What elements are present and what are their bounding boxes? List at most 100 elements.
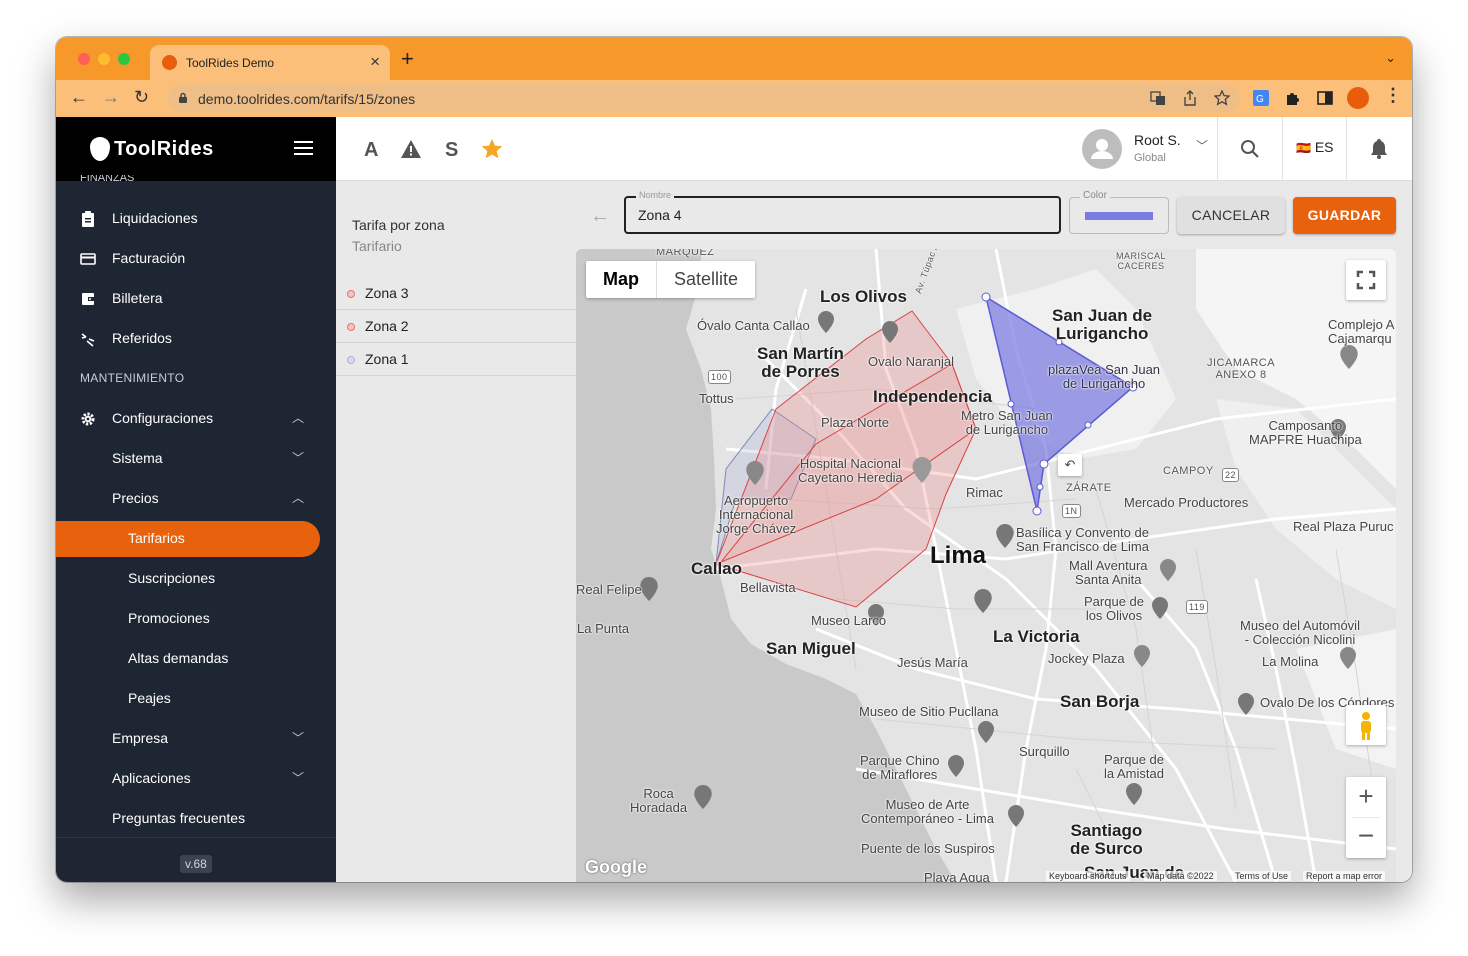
gear-icon <box>81 412 95 426</box>
museum-pin-icon <box>1340 647 1356 669</box>
route-shield: 1N <box>1062 504 1081 518</box>
share-icon[interactable] <box>1182 90 1198 106</box>
cancel-button[interactable]: CANCELAR <box>1177 197 1285 234</box>
sidebar-item-billetera[interactable]: Billetera <box>56 281 336 317</box>
map-label: Mercado Productores <box>1124 495 1249 510</box>
map-label: Basílica y Convento de San Francisco de … <box>1016 525 1149 554</box>
sidebar-item-suscripciones[interactable]: Suscripciones <box>56 561 336 597</box>
report-map-error-link[interactable]: Report a map error <box>1303 871 1386 881</box>
zoom-window-button[interactable] <box>118 53 130 65</box>
sidebar-item-liquidaciones[interactable]: Liquidaciones <box>56 201 336 237</box>
map-label: Puente de los Suspiros <box>861 841 995 856</box>
shopping-pin-icon <box>1160 559 1176 581</box>
zone-name-input[interactable] <box>638 207 1038 223</box>
hamburger-menu-icon[interactable] <box>294 141 313 159</box>
map-canvas[interactable]: ↶ MARQUEZ Los Olivos Óvalo Canta Callao … <box>576 249 1396 882</box>
close-window-button[interactable] <box>78 53 90 65</box>
keyboard-shortcuts-link[interactable]: Keyboard shortcuts <box>1046 871 1130 881</box>
logo[interactable]: ToolRides <box>90 137 214 161</box>
zone-list-item[interactable]: Zona 2 <box>336 310 576 343</box>
map-label: Real Plaza Puruc <box>1293 519 1394 534</box>
map-label: San Borja <box>1060 692 1140 711</box>
minimize-window-button[interactable] <box>98 53 110 65</box>
map-label: La Molina <box>1262 654 1319 669</box>
sidebar: ToolRides FINANZAS Liquidaciones Factura… <box>56 117 336 882</box>
sidebar-item-facturacion[interactable]: Facturación <box>56 241 336 277</box>
sidebar-item-configuraciones[interactable]: Configuraciones ︿ <box>56 401 336 437</box>
back-arrow-button[interactable]: ← <box>590 205 610 228</box>
color-picker-field[interactable]: Color <box>1069 190 1169 234</box>
referral-icon <box>81 333 95 347</box>
reload-icon[interactable]: ↻ <box>134 87 149 108</box>
page-subtitle: Tarifario <box>352 238 402 254</box>
route-shield: 119 <box>1186 600 1208 614</box>
zone-list-item[interactable]: Zona 1 <box>336 343 576 376</box>
sidebar-item-tarifarios[interactable]: Tarifarios <box>56 521 320 557</box>
map-label: Lima <box>930 542 987 569</box>
map-label: Plaza Norte <box>821 415 889 430</box>
browser-menu-icon[interactable]: ⋮ <box>1384 85 1402 106</box>
new-tab-button[interactable]: + <box>401 48 414 70</box>
airport-pin-icon <box>746 461 764 485</box>
chevron-down-icon[interactable]: ⌄ <box>1385 50 1396 66</box>
tab-close-icon[interactable]: × <box>370 52 380 72</box>
back-arrow-icon[interactable]: ← <box>70 87 88 108</box>
color-swatch[interactable] <box>1085 212 1153 220</box>
zone-list-item[interactable]: Zona 3 <box>336 277 576 310</box>
toolbar-letter-a[interactable]: A <box>364 139 378 162</box>
extensions-puzzle-icon[interactable] <box>1285 90 1301 106</box>
warning-icon[interactable] <box>400 139 422 159</box>
star-icon[interactable] <box>481 138 503 159</box>
zone-color-dot <box>347 356 355 364</box>
undo-icon[interactable]: ↶ <box>1058 454 1082 476</box>
profile-avatar[interactable] <box>1347 87 1369 109</box>
forward-arrow-icon[interactable]: → <box>102 87 120 108</box>
sidebar-item-promociones[interactable]: Promociones <box>56 601 336 637</box>
zoom-in-button[interactable]: + <box>1346 777 1386 817</box>
chevron-up-icon: ︿ <box>291 411 304 425</box>
language-selector[interactable]: 🇪🇸 ES <box>1296 139 1334 155</box>
map-label: Los Olivos <box>820 287 907 306</box>
map-type-map-button[interactable]: Map <box>586 261 657 298</box>
search-icon[interactable] <box>1240 139 1260 159</box>
map-label: Roca Horadada <box>630 786 688 815</box>
address-bar[interactable]: demo.toolrides.com/tarifs/15/zones <box>168 84 1240 112</box>
map-label: Santiago de Surco <box>1070 821 1143 858</box>
translate-icon[interactable] <box>1150 90 1166 106</box>
star-bookmark-icon[interactable] <box>1214 90 1230 106</box>
fullscreen-button[interactable] <box>1346 260 1386 300</box>
sidebar-item-aplicaciones[interactable]: Aplicaciones ﹀ <box>56 761 336 797</box>
google-translate-extension-icon[interactable]: G <box>1253 90 1269 106</box>
user-role: Global <box>1134 152 1166 164</box>
map-type-satellite-button[interactable]: Satellite <box>657 261 755 298</box>
terms-of-use-link[interactable]: Terms of Use <box>1232 871 1292 881</box>
map-label: Camposanto MAPFRE Huachipa <box>1249 418 1362 447</box>
map-label: Playa Agua <box>924 870 990 883</box>
toolbar-letter-s[interactable]: S <box>445 139 458 162</box>
sidebar-item-precios[interactable]: Precios ︿ <box>56 481 336 517</box>
map-label: Bellavista <box>740 580 796 595</box>
brand-bar: ToolRides <box>56 117 336 181</box>
sidebar-item-altas-demandas[interactable]: Altas demandas <box>56 641 336 677</box>
zoom-out-button[interactable]: − <box>1346 818 1386 858</box>
map-label: Complejo A Cajamarqu <box>1328 317 1395 346</box>
sidebar-item-sistema[interactable]: Sistema ﹀ <box>56 441 336 477</box>
map-label: La Victoria <box>993 627 1080 646</box>
map-label: CAMPOY <box>1163 465 1214 477</box>
save-button[interactable]: GUARDAR <box>1293 197 1396 234</box>
lock-icon <box>179 92 187 103</box>
zone-name-field[interactable]: Nombre <box>624 190 1061 234</box>
sidebar-item-referidos[interactable]: Referidos <box>56 321 336 357</box>
zone-color-dot <box>347 290 355 298</box>
flag-spain-icon: 🇪🇸 <box>1296 141 1311 155</box>
browser-tab[interactable]: ToolRides Demo × <box>150 45 390 80</box>
map-label: San Miguel <box>766 639 856 658</box>
wallet-icon <box>82 293 95 305</box>
bell-icon[interactable] <box>1370 138 1388 159</box>
sidebar-item-peajes[interactable]: Peajes <box>56 681 336 717</box>
sidebar-toggle-icon[interactable] <box>1317 90 1333 106</box>
section-label-cut: FINANZAS <box>80 175 135 183</box>
sidebar-item-preguntas-frecuentes[interactable]: Preguntas frecuentes <box>56 801 336 837</box>
street-view-pegman-button[interactable] <box>1346 705 1386 745</box>
sidebar-item-empresa[interactable]: Empresa ﹀ <box>56 721 336 757</box>
